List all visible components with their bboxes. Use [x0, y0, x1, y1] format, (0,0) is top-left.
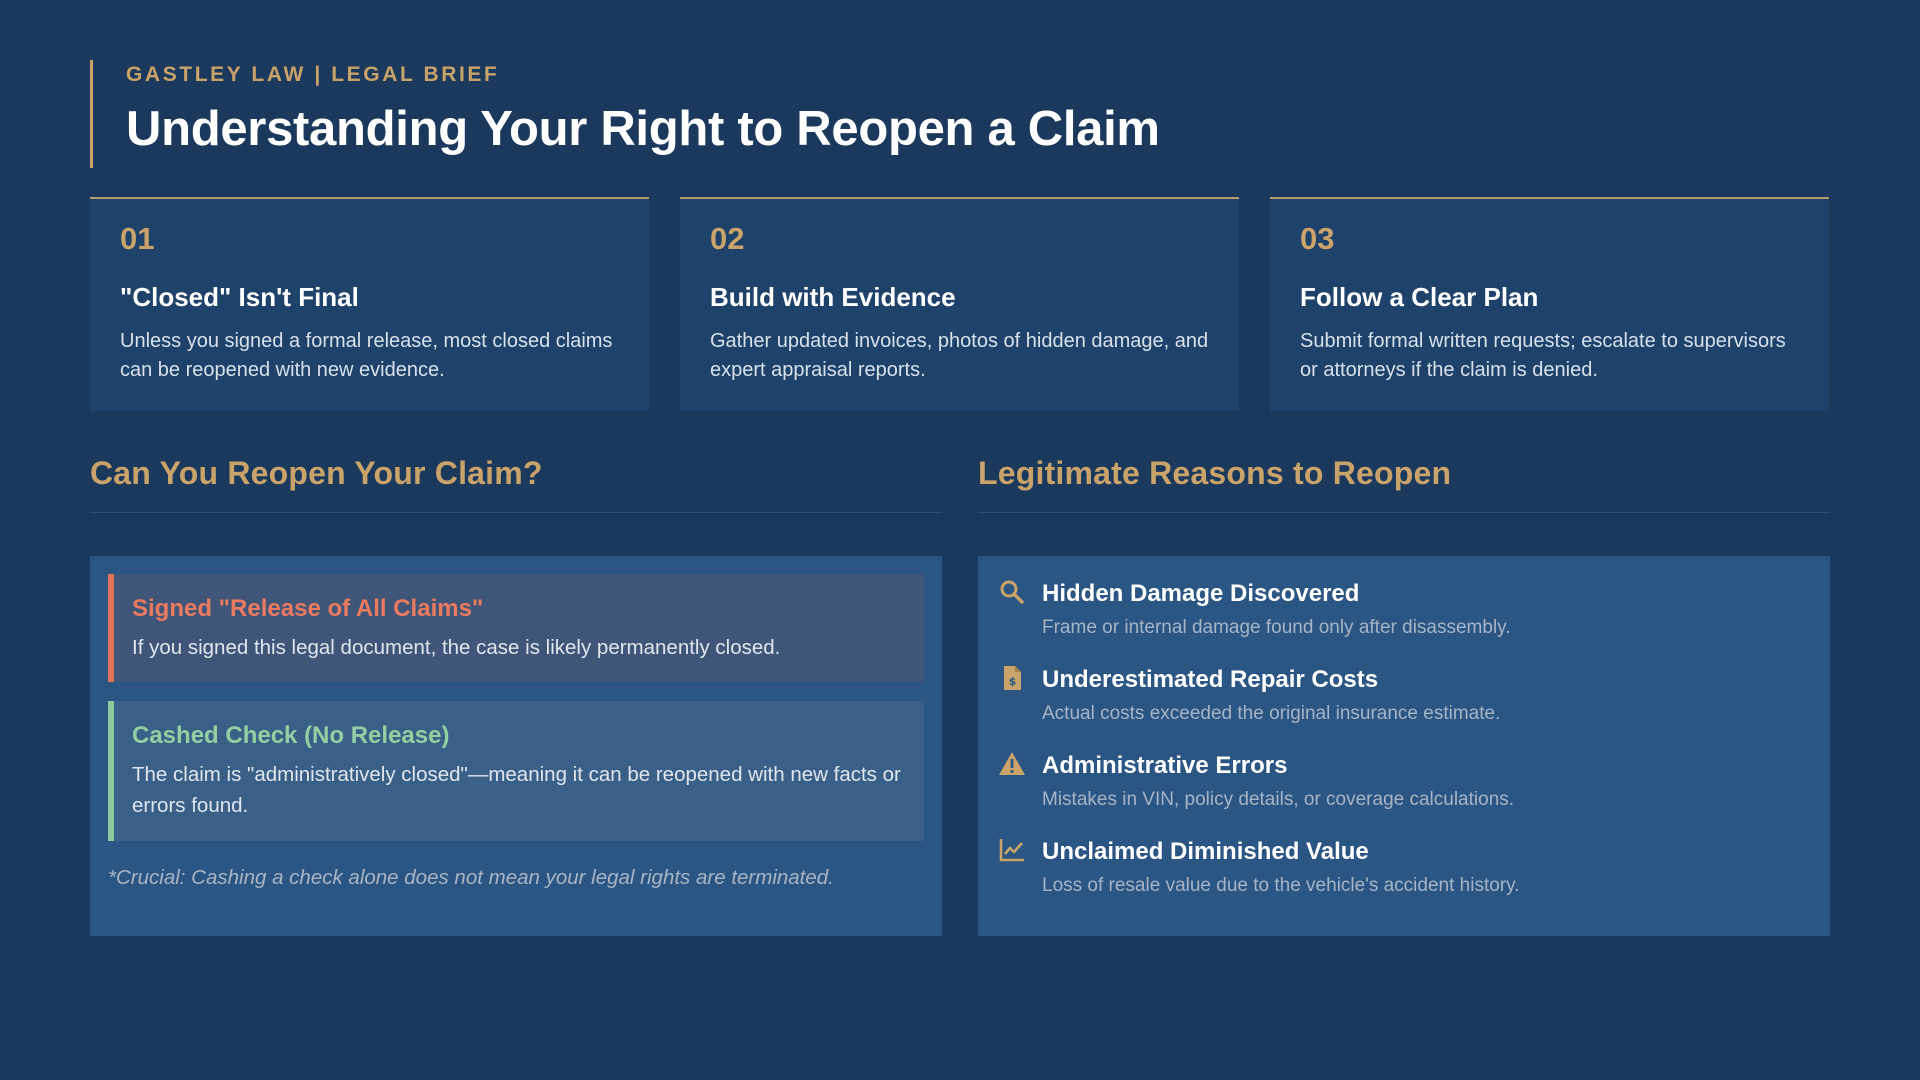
reason-text: Loss of resale value due to the vehicle'… [1042, 875, 1520, 896]
cashed-check-callout: Cashed Check (No Release) The claim is "… [108, 701, 924, 841]
callout-text: The claim is "administratively closed"—m… [132, 763, 901, 817]
summary-card-2: 02 Build with Evidence Gather updated in… [680, 197, 1239, 411]
reopen-panel: Signed "Release of All Claims" If you si… [90, 556, 942, 936]
list-item: Hidden Damage Discovered Frame or intern… [996, 574, 1812, 660]
card-number: 03 [1300, 221, 1335, 256]
list-item: Administrative Errors Mistakes in VIN, p… [996, 746, 1812, 832]
card-number: 01 [120, 221, 155, 256]
svg-text:$: $ [1009, 675, 1017, 688]
card-number: 02 [710, 221, 745, 256]
card-text: Unless you signed a formal release, most… [120, 330, 613, 381]
reasons-section-heading: Legitimate Reasons to Reopen [978, 455, 1830, 513]
card-title: Build with Evidence [710, 282, 956, 312]
list-item: Unclaimed Diminished Value Loss of resal… [996, 832, 1812, 918]
warning-icon [999, 752, 1025, 775]
summary-cards: 01 "Closed" Isn't Final Unless you signe… [90, 197, 1830, 411]
reason-text: Frame or internal damage found only afte… [1042, 617, 1511, 638]
card-title: "Closed" Isn't Final [120, 282, 359, 312]
invoice-icon: $ [1004, 666, 1021, 690]
reopen-section-heading: Can You Reopen Your Claim? [90, 455, 942, 513]
release-callout: Signed "Release of All Claims" If you si… [108, 574, 924, 682]
card-title: Follow a Clear Plan [1300, 282, 1539, 312]
summary-card-3: 03 Follow a Clear Plan Submit formal wri… [1270, 197, 1829, 411]
reason-title: Underestimated Repair Costs [1042, 666, 1379, 693]
summary-card-1: 01 "Closed" Isn't Final Unless you signe… [90, 197, 649, 411]
crucial-note: *Crucial: Cashing a check alone does not… [108, 866, 834, 889]
card-text: Gather updated invoices, photos of hidde… [710, 330, 1209, 381]
line-chart-icon [999, 839, 1024, 862]
page-title: Understanding Your Right to Reopen a Cla… [126, 102, 1160, 156]
magnifier-icon [1000, 580, 1024, 604]
reason-text: Mistakes in VIN, policy details, or cove… [1042, 789, 1515, 810]
reason-title: Administrative Errors [1042, 752, 1288, 779]
callout-title: Cashed Check (No Release) [132, 722, 450, 749]
reason-title: Hidden Damage Discovered [1042, 580, 1360, 607]
reason-text: Actual costs exceeded the original insur… [1042, 703, 1501, 724]
callout-title: Signed "Release of All Claims" [132, 595, 484, 622]
list-item: $ Underestimated Repair Costs Actual cos… [996, 660, 1812, 746]
card-text: Submit formal written requests; escalate… [1300, 330, 1786, 381]
brand-label: GASTLEY LAW | LEGAL BRIEF [126, 63, 500, 86]
reasons-panel: Hidden Damage Discovered Frame or intern… [978, 556, 1830, 936]
callout-text: If you signed this legal document, the c… [132, 636, 781, 659]
header: GASTLEY LAW | LEGAL BRIEF Understanding … [90, 60, 1160, 168]
reason-title: Unclaimed Diminished Value [1042, 838, 1369, 865]
reasons-list: Hidden Damage Discovered Frame or intern… [996, 574, 1812, 918]
